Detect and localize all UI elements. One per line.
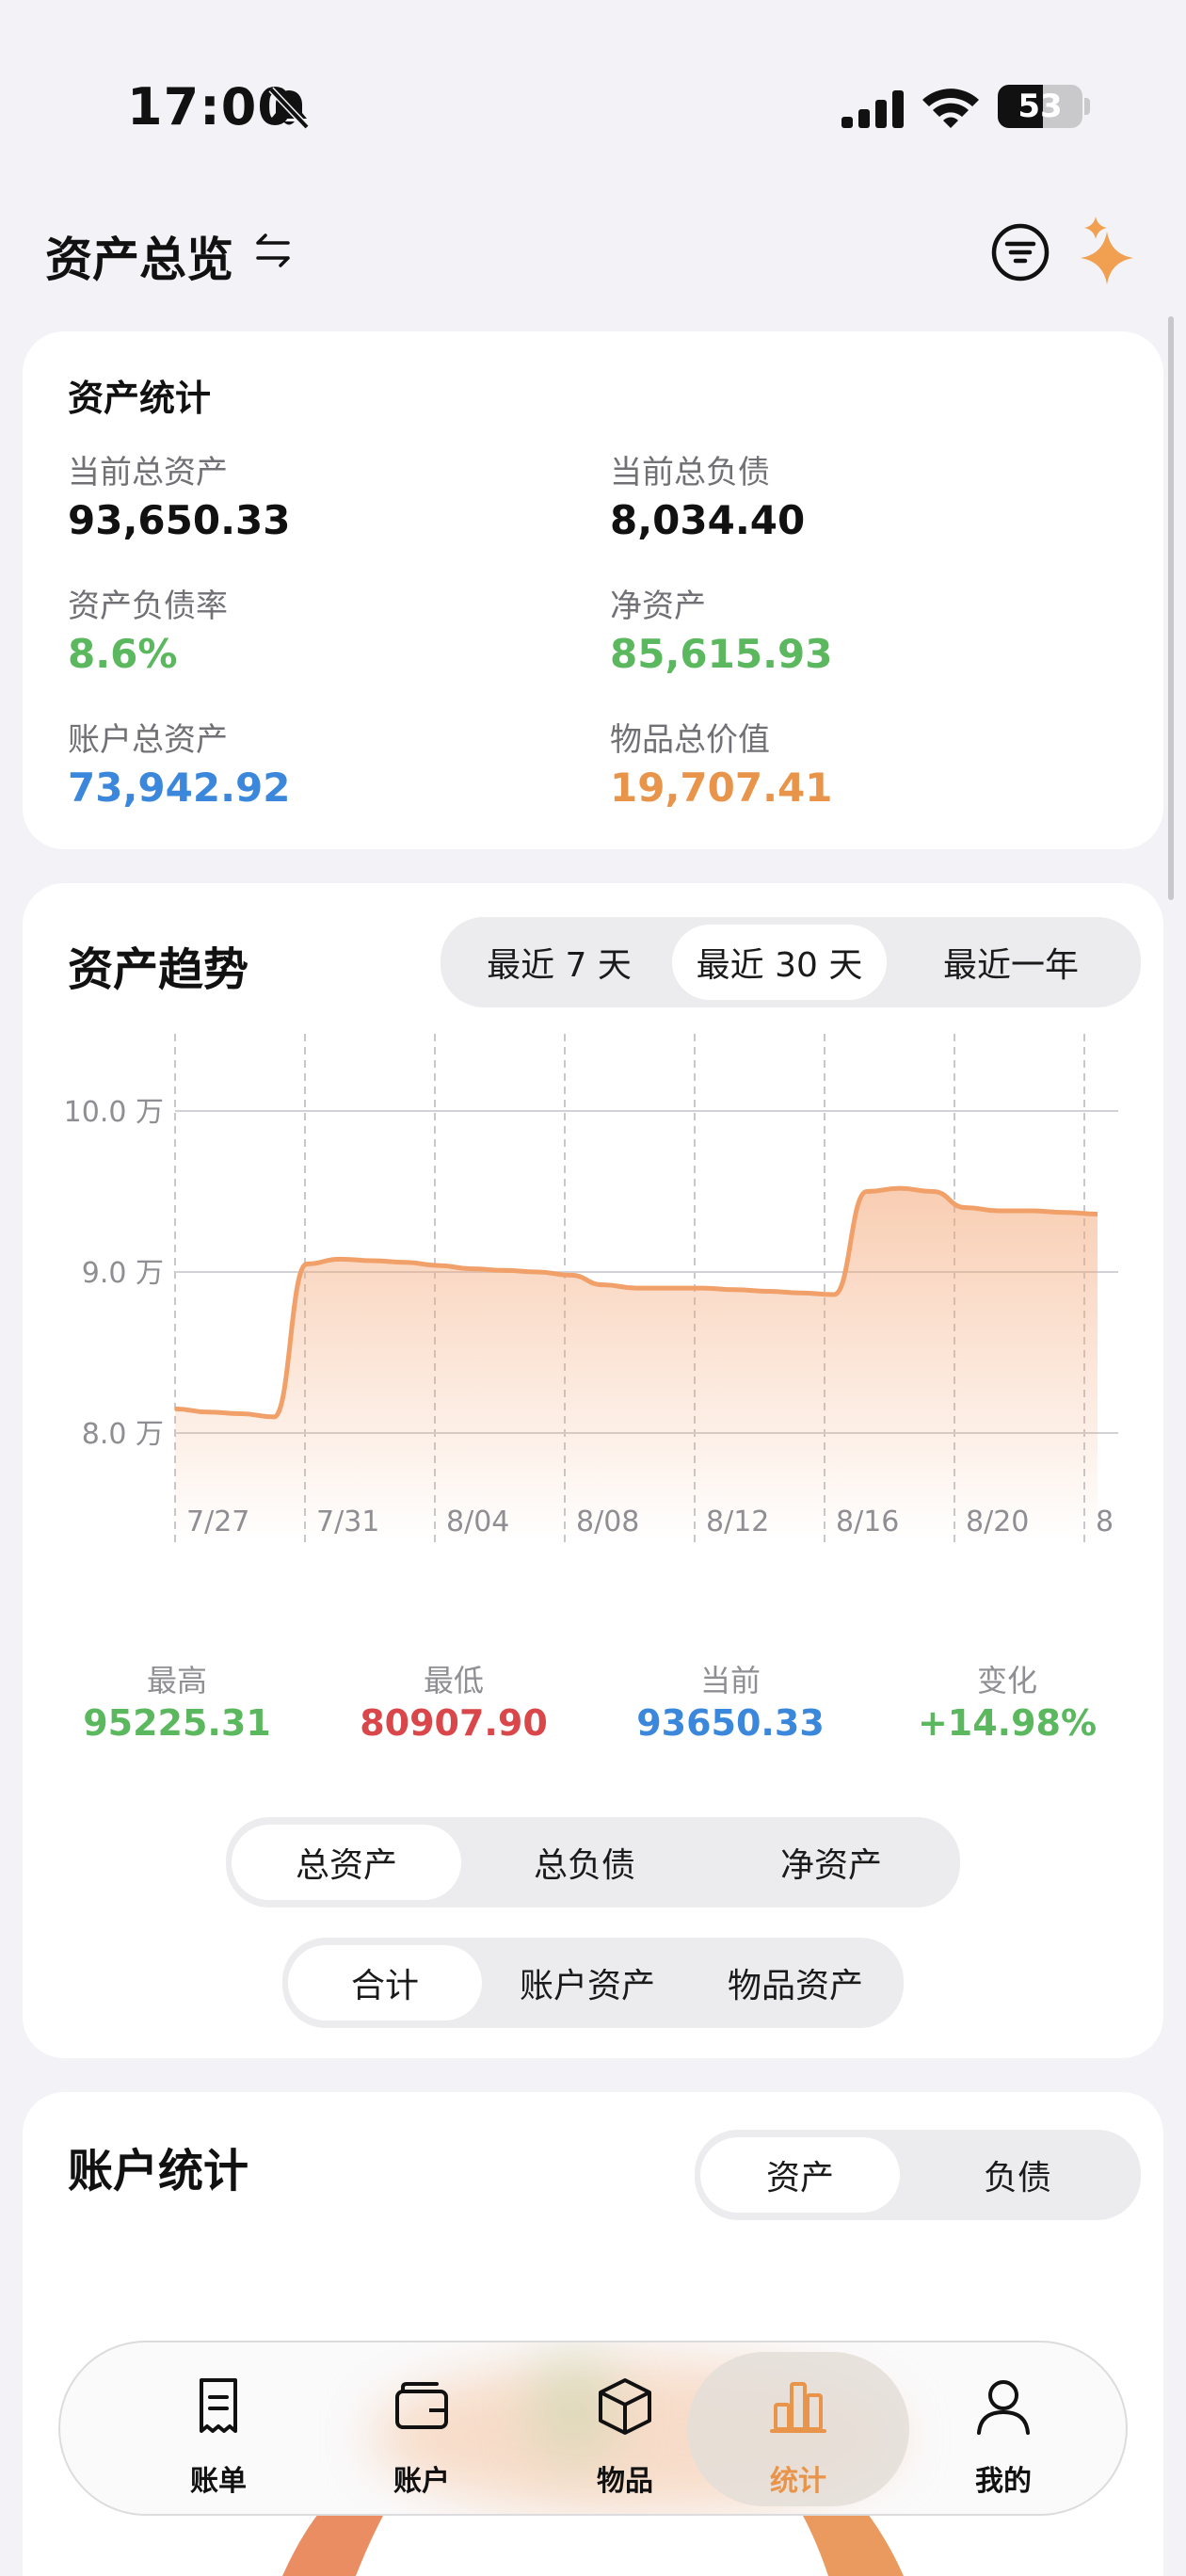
account-tab-liabilities[interactable]: 负债 <box>900 2137 1135 2213</box>
metric-net-assets[interactable]: 净资产 <box>708 1825 954 1900</box>
summary-change-value: +14.98% <box>917 1702 1098 1744</box>
scrollbar[interactable] <box>1168 316 1174 900</box>
series-area <box>175 1188 1098 1542</box>
x-tick-label: 8/04 <box>446 1505 509 1538</box>
range-30-days[interactable]: 最近 30 天 <box>672 925 887 1000</box>
source-account-assets[interactable]: 账户资产 <box>482 1945 693 2021</box>
account-tab-assets[interactable]: 资产 <box>700 2137 900 2213</box>
tab-accounts-label: 账户 <box>393 2465 450 2498</box>
receipt-icon <box>200 2378 237 2433</box>
metric-selector: 总资产 总负债 净资产 <box>226 1817 960 1908</box>
asset-trend-card: 资产趋势 最近 7 天 最近 30 天 最近一年 7/27 7/31 8/04 8/0… <box>23 883 1163 2058</box>
debt-ratio-label: 资产负债率 <box>68 588 228 625</box>
total-assets-label: 当前总资产 <box>68 454 228 491</box>
summary-change-label: 变化 <box>976 1663 1037 1699</box>
net-assets-value: 85,615.93 <box>610 631 833 677</box>
summary-min-value: 80907.90 <box>360 1702 548 1744</box>
page-title[interactable]: 资产总览 <box>45 222 233 290</box>
source-goods-assets[interactable]: 物品资产 <box>693 1945 898 2021</box>
account-assets-value: 73,942.92 <box>68 765 291 811</box>
summary-current-label: 当前 <box>699 1663 761 1699</box>
metric-total-liabilities[interactable]: 总负债 <box>461 1825 708 1900</box>
source-total[interactable]: 合计 <box>288 1945 482 2021</box>
filter-icon[interactable] <box>990 222 1050 282</box>
status-bar: 17:00 53 <box>0 0 1186 217</box>
x-tick-label: 8/12 <box>706 1505 769 1538</box>
summary-max-label: 最高 <box>146 1663 207 1699</box>
wifi-icon <box>922 89 979 128</box>
x-tick-label: 8/20 <box>966 1505 1029 1538</box>
box-icon <box>599 2378 651 2435</box>
x-tick-label: 8/08 <box>576 1505 639 1538</box>
debt-ratio-value: 8.6% <box>68 631 178 677</box>
x-tick-label: 7/31 <box>316 1505 379 1538</box>
net-assets-label: 净资产 <box>610 588 706 625</box>
tab-bills-label: 账单 <box>190 2465 247 2498</box>
account-stats-title: 账户统计 <box>68 2145 249 2198</box>
summary-min-label: 最低 <box>423 1663 484 1699</box>
tab-statistics-label: 统计 <box>770 2465 826 2498</box>
total-liabilities-value: 8,034.40 <box>610 497 806 543</box>
summary-max-value: 95225.31 <box>83 1702 271 1744</box>
total-liabilities-label: 当前总负债 <box>610 454 770 491</box>
tab-bills[interactable]: 账单 <box>113 2343 324 2514</box>
ai-sparkle-icon[interactable] <box>1075 215 1141 286</box>
summary-current-value: 93650.33 <box>636 1702 825 1744</box>
swap-arrows-icon[interactable] <box>252 230 294 271</box>
y-tick-label: 10.0 万 <box>64 1096 164 1129</box>
tab-profile-label: 我的 <box>975 2465 1032 2498</box>
goods-value-label: 物品总价值 <box>610 721 770 759</box>
bell-muted-icon <box>268 87 310 130</box>
account-type-selector: 资产 负债 <box>695 2130 1141 2220</box>
tab-statistics[interactable]: 统计 <box>693 2343 904 2514</box>
y-tick-label: 9.0 万 <box>82 1257 164 1290</box>
cellular-signal-icon <box>841 90 904 128</box>
range-7-days[interactable]: 最近 7 天 <box>446 925 672 1000</box>
x-tick-label: 8/16 <box>836 1505 899 1538</box>
battery-percent: 53 <box>1018 88 1063 125</box>
chart-icon <box>770 2382 826 2433</box>
asset-trend-chart[interactable]: 7/27 7/31 8/04 8/08 8/12 8/16 8/20 8 10.0 万 9.0 万… <box>23 1034 1163 1570</box>
tab-profile[interactable]: 我的 <box>898 2343 1109 2514</box>
asset-stats-title: 资产统计 <box>68 378 212 419</box>
range-1-year[interactable]: 最近一年 <box>887 925 1135 1000</box>
total-assets-value: 93,650.33 <box>68 497 291 543</box>
asset-stats-card: 资产统计 当前总资产 93,650.33 当前总负债 8,034.40 资产负债… <box>23 331 1163 849</box>
account-assets-label: 账户总资产 <box>68 721 228 759</box>
source-selector: 合计 账户资产 物品资产 <box>282 1938 904 2028</box>
x-tick-label: 7/27 <box>186 1505 249 1538</box>
goods-value-value: 19,707.41 <box>610 765 833 811</box>
y-tick-label: 8.0 万 <box>82 1418 164 1451</box>
range-selector: 最近 7 天 最近 30 天 最近一年 <box>441 917 1141 1007</box>
tab-accounts[interactable]: 账户 <box>316 2343 527 2514</box>
bottom-tab-bar: 账单 账户 物品 统计 我的 <box>58 2341 1128 2516</box>
x-tick-label: 8 <box>1096 1505 1114 1538</box>
person-icon <box>977 2380 1030 2435</box>
wallet-icon <box>395 2382 448 2429</box>
metric-total-assets[interactable]: 总资产 <box>232 1825 461 1900</box>
battery-icon: 53 <box>998 85 1090 130</box>
asset-trend-title: 资产趋势 <box>68 943 249 996</box>
